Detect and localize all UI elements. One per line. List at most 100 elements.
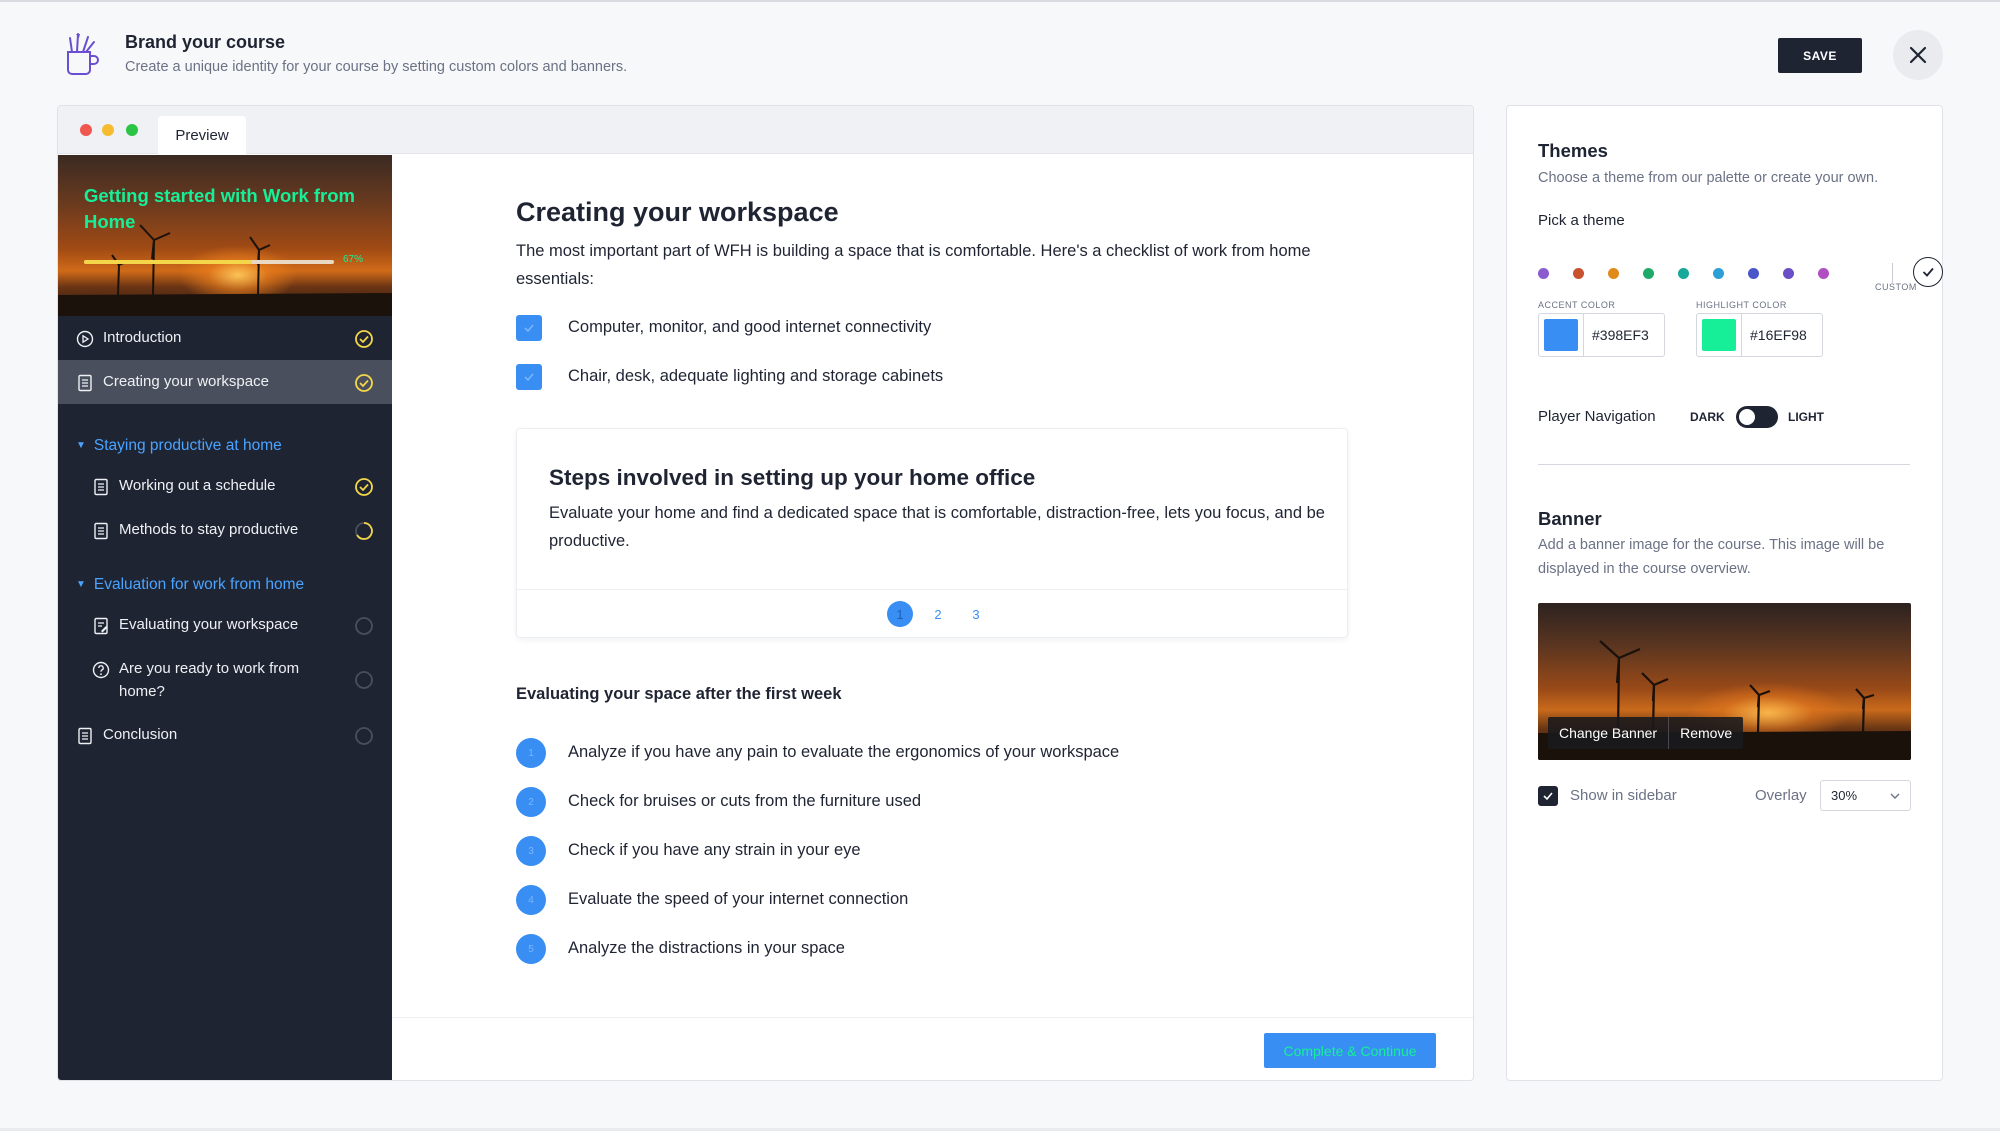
themes-heading: Themes [1538, 140, 1608, 161]
lesson-title: Creating your workspace [516, 197, 839, 227]
remove-banner-button[interactable]: Remove [1669, 717, 1743, 749]
banner-description: Add a banner image for the course. This … [1538, 537, 1885, 577]
overlay-label: Overlay [1755, 787, 1807, 804]
sidebar-item-label: Introduction [103, 329, 182, 346]
sidebar-section-staying-productive[interactable]: ▼ Staying productive at home [76, 437, 282, 455]
sidebar-item-introduction[interactable]: Introduction [58, 316, 392, 360]
highlight-color-chip[interactable] [1702, 319, 1736, 351]
tab-preview[interactable]: Preview [158, 116, 246, 155]
window-minimize-dot [102, 124, 114, 136]
checkbox-checked[interactable] [516, 364, 542, 390]
check-icon [1922, 267, 1934, 277]
edit-document-icon [94, 617, 108, 635]
sidebar-item-label: Methods to stay productive [119, 521, 299, 538]
step-number-badge: 5 [516, 934, 546, 964]
course-progress-fill [84, 260, 252, 264]
steps-card-title: Steps involved in setting up your home o… [549, 465, 1036, 490]
sidebar-section-evaluation[interactable]: ▼ Evaluation for work from home [76, 576, 304, 594]
page-button-2[interactable]: 2 [925, 601, 951, 627]
preview-window: Preview Getting started with Work from H… [57, 105, 1474, 1081]
overlay-value: 30% [1831, 788, 1858, 803]
sidebar-item-creating-your-workspace[interactable]: Creating your workspace [58, 360, 392, 404]
window-close-dot [80, 124, 92, 136]
highlight-color-input[interactable]: #16EF98 [1696, 313, 1823, 357]
accent-color-input[interactable]: #398EF3 [1538, 313, 1665, 357]
theme-swatch[interactable] [1678, 268, 1689, 279]
theme-swatch[interactable] [1573, 268, 1584, 279]
save-button[interactable]: SAVE [1778, 38, 1862, 73]
swatch-separator [1892, 263, 1893, 283]
theme-swatch[interactable] [1538, 268, 1549, 279]
checklist-text: Chair, desk, adequate lighting and stora… [568, 367, 944, 385]
accent-color-value: #398EF3 [1592, 327, 1649, 343]
checkbox-checked[interactable] [516, 315, 542, 341]
sidebar-item-label: Conclusion [103, 726, 178, 743]
section-label: Staying productive at home [93, 437, 282, 454]
custom-theme-label: CUSTOM [1875, 282, 1917, 292]
divider [1538, 464, 1910, 465]
caret-down-icon: ▼ [76, 440, 86, 452]
complete-continue-button[interactable]: Complete & Continue [1264, 1033, 1436, 1068]
list-item-text: Analyze the distractions in your space [568, 939, 845, 957]
theme-swatch[interactable] [1608, 268, 1619, 279]
navigation-theme-toggle[interactable] [1736, 406, 1778, 428]
toggle-knob [1739, 409, 1755, 425]
page-subtitle: Create a unique identity for your course… [125, 59, 628, 75]
player-navigation-label: Player Navigation [1538, 408, 1656, 425]
step-number-badge: 3 [516, 836, 546, 866]
sidebar-item-evaluating-your-workspace[interactable]: Evaluating your workspace [58, 603, 392, 647]
document-icon [78, 727, 92, 745]
not-started-icon [355, 727, 373, 745]
show-in-sidebar-label: Show in sidebar [1570, 787, 1677, 804]
complete-check-icon [355, 374, 373, 392]
accent-color-chip[interactable] [1544, 319, 1578, 351]
theme-swatch[interactable] [1783, 268, 1794, 279]
show-in-sidebar-checkbox[interactable] [1538, 786, 1558, 806]
divider [1741, 314, 1742, 356]
highlight-color-caption: HIGHLIGHT COLOR [1696, 300, 1787, 310]
section-label: Evaluation for work from home [93, 576, 305, 593]
window-titlebar: Preview [58, 106, 1473, 155]
pick-theme-label: Pick a theme [1538, 212, 1625, 229]
theme-swatch[interactable] [1748, 268, 1759, 279]
page-header: Brand your course Create a unique identi… [0, 2, 2000, 102]
sidebar-item-are-you-ready[interactable]: Are you ready to work from home? [58, 647, 392, 713]
wind-turbine-silhouettes [58, 224, 392, 316]
lesson-intro: The most important part of WFH is buildi… [516, 242, 1311, 288]
course-progress-label: 67% [343, 254, 364, 265]
in-progress-icon [355, 522, 373, 540]
divider [1583, 314, 1584, 356]
sidebar-item-working-out-a-schedule[interactable]: Working out a schedule [58, 464, 392, 508]
highlight-color-value: #16EF98 [1750, 327, 1807, 343]
steps-card: Steps involved in setting up your home o… [516, 428, 1348, 638]
change-banner-button[interactable]: Change Banner [1548, 717, 1668, 749]
check-icon [524, 324, 534, 333]
sidebar-item-conclusion[interactable]: Conclusion [58, 713, 392, 757]
theme-swatch[interactable] [1818, 268, 1829, 279]
sidebar-banner-image: Getting started with Work from Home 67% [58, 155, 392, 316]
complete-check-icon [355, 478, 373, 496]
lesson-content: Creating your workspace The most importa… [392, 155, 1473, 1080]
brand-cup-icon [67, 33, 99, 75]
document-icon [94, 478, 108, 496]
video-icon [76, 330, 94, 348]
question-icon [92, 661, 110, 679]
course-progress-bar [84, 260, 334, 264]
overlay-select[interactable]: 30% [1820, 780, 1911, 811]
page-button-3[interactable]: 3 [963, 601, 989, 627]
custom-theme-button[interactable] [1913, 257, 1943, 287]
list-item-text: Evaluate the speed of your internet conn… [568, 890, 909, 908]
theme-swatch[interactable] [1643, 268, 1654, 279]
steps-card-text: Evaluate your home and find a dedicated … [549, 504, 1325, 550]
check-icon [524, 373, 534, 382]
sidebar-item-label: Are you ready to work from home? [119, 660, 300, 700]
close-icon [1909, 46, 1927, 64]
theme-swatch[interactable] [1713, 268, 1724, 279]
not-started-icon [355, 617, 373, 635]
page-button-1[interactable]: 1 [887, 601, 913, 627]
checklist-text: Computer, monitor, and good internet con… [568, 318, 932, 336]
sidebar-item-methods-to-stay-productive[interactable]: Methods to stay productive [58, 508, 392, 552]
close-button[interactable] [1893, 30, 1943, 80]
sidebar-item-label: Working out a schedule [119, 477, 276, 494]
page-title: Brand your course [125, 32, 286, 52]
